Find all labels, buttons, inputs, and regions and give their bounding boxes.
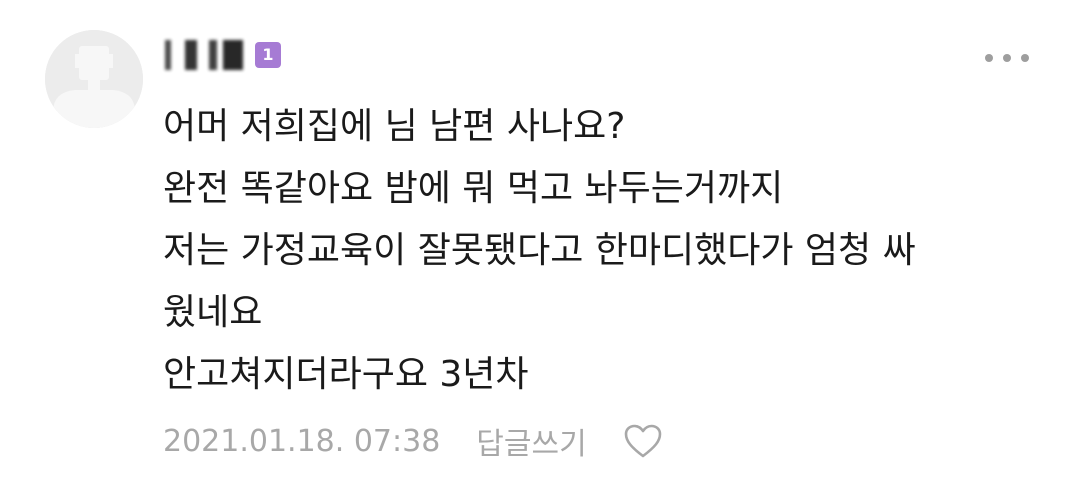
more-options-button[interactable] — [985, 48, 1029, 68]
comment-body-line: 웠네요 — [163, 292, 263, 333]
more-options-dot — [1003, 54, 1011, 62]
more-options-dot — [1021, 54, 1029, 62]
more-options-icon — [985, 54, 993, 62]
comment-body-line: 어머 저희집에 님 남편 사나요? — [163, 106, 626, 147]
comment-body: 어머 저희집에 님 남편 사나요? 완전 똑같아요 밤에 뭐 먹고 놔두는거까지… — [163, 96, 1043, 406]
default-user-avatar-icon — [45, 30, 143, 128]
comment-body-line: 저는 가정교육이 잘못됐다고 한마디했다가 엄청 싸 — [163, 230, 916, 271]
comment-card: 1 어머 저희집에 님 남편 사나요? 완전 똑같아요 밤에 뭐 먹고 놔두는거… — [0, 0, 1078, 500]
comment-body-line: 완전 똑같아요 밤에 뭐 먹고 놔두는거까지 — [163, 168, 784, 209]
author-level-badge: 1 — [255, 42, 281, 68]
like-button[interactable] — [621, 421, 665, 461]
avatar[interactable] — [45, 30, 143, 128]
comment-body-line: 안고쳐지더라구요 3년차 — [163, 354, 529, 395]
comment-header: 1 — [163, 38, 281, 72]
author-nickname-obscured[interactable] — [163, 38, 247, 72]
comment-footer: 2021.01.18. 07:38 답글쓰기 — [163, 416, 665, 466]
reply-button[interactable]: 답글쓰기 — [476, 419, 586, 463]
comment-timestamp: 2021.01.18. 07:38 — [163, 423, 441, 459]
heart-outline-icon — [624, 424, 662, 458]
